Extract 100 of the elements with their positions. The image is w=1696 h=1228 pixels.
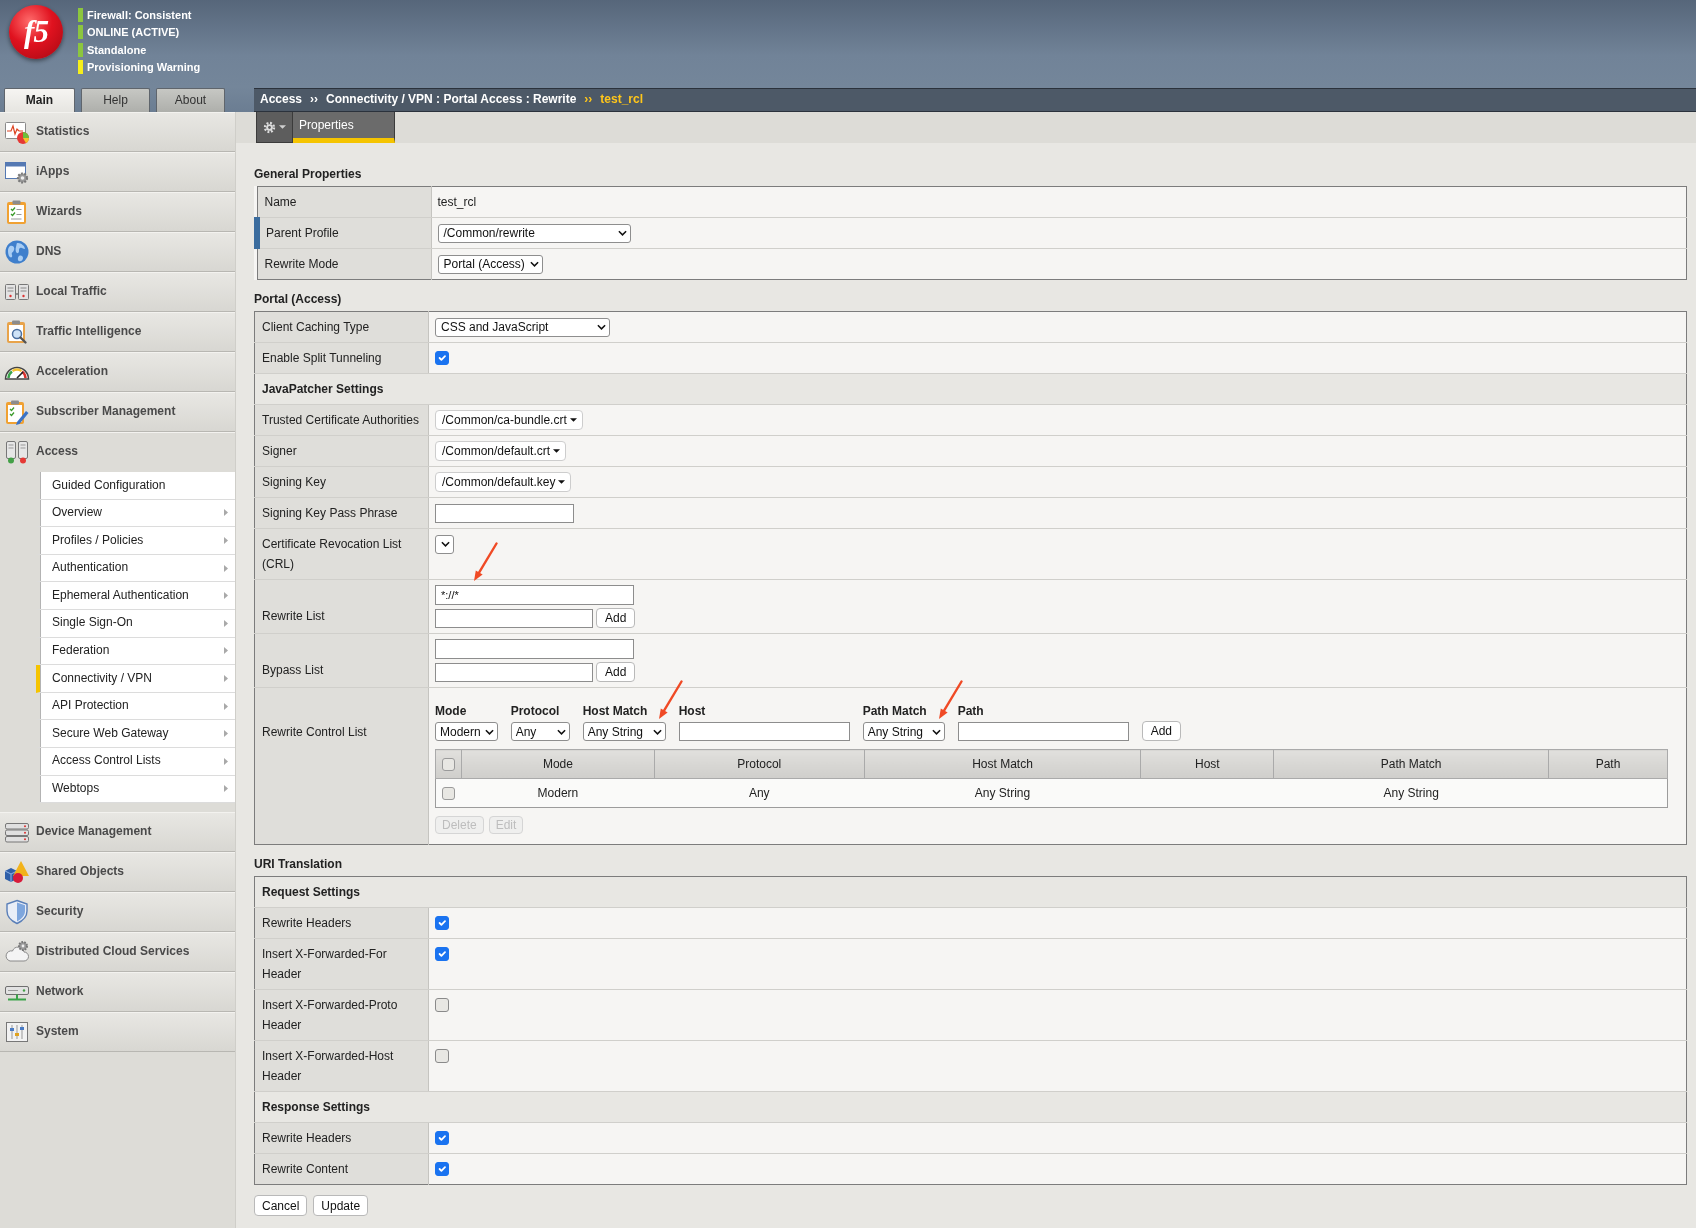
group-heading: Response Settings	[254, 1091, 1687, 1123]
group-heading: JavaPatcher Settings	[254, 373, 1687, 405]
field-label: Rewrite List	[254, 579, 429, 634]
dropdown[interactable]: /Common/default.crt	[435, 441, 567, 461]
list-box[interactable]	[435, 639, 634, 659]
breadcrumb-separator: ››	[310, 92, 319, 108]
list-entry[interactable]: *://*	[441, 587, 459, 603]
clipboard-magnifier-icon	[4, 319, 30, 345]
checkbox[interactable]	[435, 947, 449, 961]
field-label: Client Caching Type	[254, 311, 429, 343]
chevron-down-icon	[617, 230, 627, 236]
section-title: General Properties	[254, 166, 363, 183]
tab[interactable]: Help	[81, 88, 150, 112]
checkbox[interactable]	[442, 758, 455, 772]
group-heading: Request Settings	[254, 876, 1687, 908]
sidebar-item[interactable]: Statistics	[0, 112, 235, 152]
checkbox[interactable]	[435, 1131, 449, 1145]
section-title: URI Translation	[254, 856, 343, 873]
tab[interactable]: Main	[4, 88, 75, 112]
caret-icon	[558, 480, 566, 484]
field-label: Name	[257, 186, 431, 218]
table-cell: Any	[654, 778, 865, 808]
column-header: Mode	[461, 749, 655, 779]
field-label: Rewrite Mode	[257, 248, 431, 280]
dropdown[interactable]: /Common/default.key	[435, 472, 572, 492]
dropdown[interactable]: /Common/ca-bundle.crt	[435, 410, 583, 430]
input-field[interactable]	[435, 608, 593, 628]
sidebar-item[interactable]: Subscriber Management	[0, 392, 235, 432]
tab[interactable]: Properties	[293, 112, 395, 143]
table-cell: Modern	[461, 778, 655, 808]
checkbox[interactable]	[442, 787, 456, 801]
dropdown[interactable]: Any String	[862, 722, 945, 741]
sidebar-item[interactable]: Traffic Intelligence	[0, 312, 235, 352]
sidebar-item[interactable]: Shared Objects	[0, 852, 235, 893]
field-label: Mode	[435, 703, 467, 720]
sidebar-item[interactable]: System	[0, 1012, 235, 1053]
add-button[interactable]: Add	[596, 608, 636, 628]
checkbox[interactable]	[435, 1162, 449, 1176]
sidebar-item[interactable]: Wizards	[0, 192, 235, 232]
field-label: Host	[678, 703, 706, 720]
sidebar-item[interactable]: Local Traffic	[0, 272, 235, 312]
dropdown[interactable]: Modern	[435, 722, 498, 741]
caret-icon	[569, 418, 577, 422]
field-label: Rewrite Control List	[254, 687, 429, 845]
input-field[interactable]	[435, 503, 574, 523]
breadcrumb-current: test_rcl	[600, 92, 644, 108]
sidebar-item[interactable]: Acceleration	[0, 352, 235, 392]
status-text: Firewall: Consistent	[87, 7, 192, 22]
dropdown[interactable]: Any	[510, 722, 570, 741]
chevron-down-icon	[597, 324, 606, 330]
breadcrumb-link[interactable]: Connectivity / VPN : Portal Access : Rewrite	[326, 92, 577, 108]
sidebar-item[interactable]: Security	[0, 892, 235, 933]
form-button[interactable]: Cancel	[254, 1195, 308, 1216]
input-field[interactable]	[435, 662, 593, 682]
form-button[interactable]: Update	[313, 1195, 369, 1216]
field-label: Certificate Revocation List (CRL)	[254, 528, 429, 580]
checkbox[interactable]	[435, 1049, 449, 1063]
chart-icon	[4, 119, 30, 145]
column-header: Path	[1548, 749, 1668, 779]
checkbox[interactable]	[435, 998, 449, 1012]
window-gear-icon	[4, 159, 30, 185]
sidebar-item[interactable]: DNS	[0, 232, 235, 272]
dropdown[interactable]: Portal (Access)	[437, 254, 543, 274]
field-label: Path	[957, 703, 984, 720]
field-label: Insert X-Forwarded-For Header	[254, 938, 429, 990]
checkbox[interactable]	[435, 916, 449, 930]
field-label: Rewrite Headers	[254, 1122, 429, 1154]
sidebar-item[interactable]: Distributed Cloud Services	[0, 932, 235, 973]
input-field[interactable]	[678, 722, 850, 741]
dropdown[interactable]	[435, 534, 454, 554]
field-label: Insert X-Forwarded-Host Header	[254, 1040, 429, 1092]
breadcrumb-separator: ››	[584, 92, 593, 108]
breadcrumb-link[interactable]: Access	[260, 92, 303, 108]
sidebar-item[interactable]: Device Management	[0, 812, 235, 853]
field-label: Insert X-Forwarded-Proto Header	[254, 989, 429, 1041]
field-label: Host Match	[582, 703, 648, 720]
field-label: Rewrite Content	[254, 1153, 429, 1185]
sidebar-item[interactable]: iApps	[0, 152, 235, 192]
sidebar-item[interactable]: Network	[0, 972, 235, 1013]
field-label: Protocol	[510, 703, 560, 720]
status-text: Provisioning Warning	[87, 60, 201, 75]
column-header: Host Match	[864, 749, 1141, 779]
dropdown[interactable]: CSS and JavaScript	[435, 317, 610, 337]
field-label: Bypass List	[254, 633, 429, 688]
tab[interactable]: About	[156, 88, 225, 112]
caret-icon	[279, 125, 286, 129]
submenu-item[interactable]: Connectivity / VPN	[36, 665, 235, 693]
settings-menu-button[interactable]	[256, 112, 293, 143]
input-field[interactable]	[957, 722, 1129, 741]
dropdown[interactable]: Any String	[582, 722, 666, 741]
gear-icon	[263, 120, 276, 134]
chevron-down-icon	[484, 728, 494, 735]
field-label: Signer	[254, 435, 429, 467]
dropdown[interactable]: /Common/rewrite	[437, 223, 631, 243]
column-header: Path Match	[1273, 749, 1549, 779]
field-label: Signing Key	[254, 466, 429, 498]
add-button[interactable]: Add	[596, 662, 636, 682]
checkbox[interactable]	[435, 351, 449, 365]
field-label: Signing Key Pass Phrase	[254, 497, 429, 529]
add-button[interactable]: Add	[1141, 721, 1182, 741]
